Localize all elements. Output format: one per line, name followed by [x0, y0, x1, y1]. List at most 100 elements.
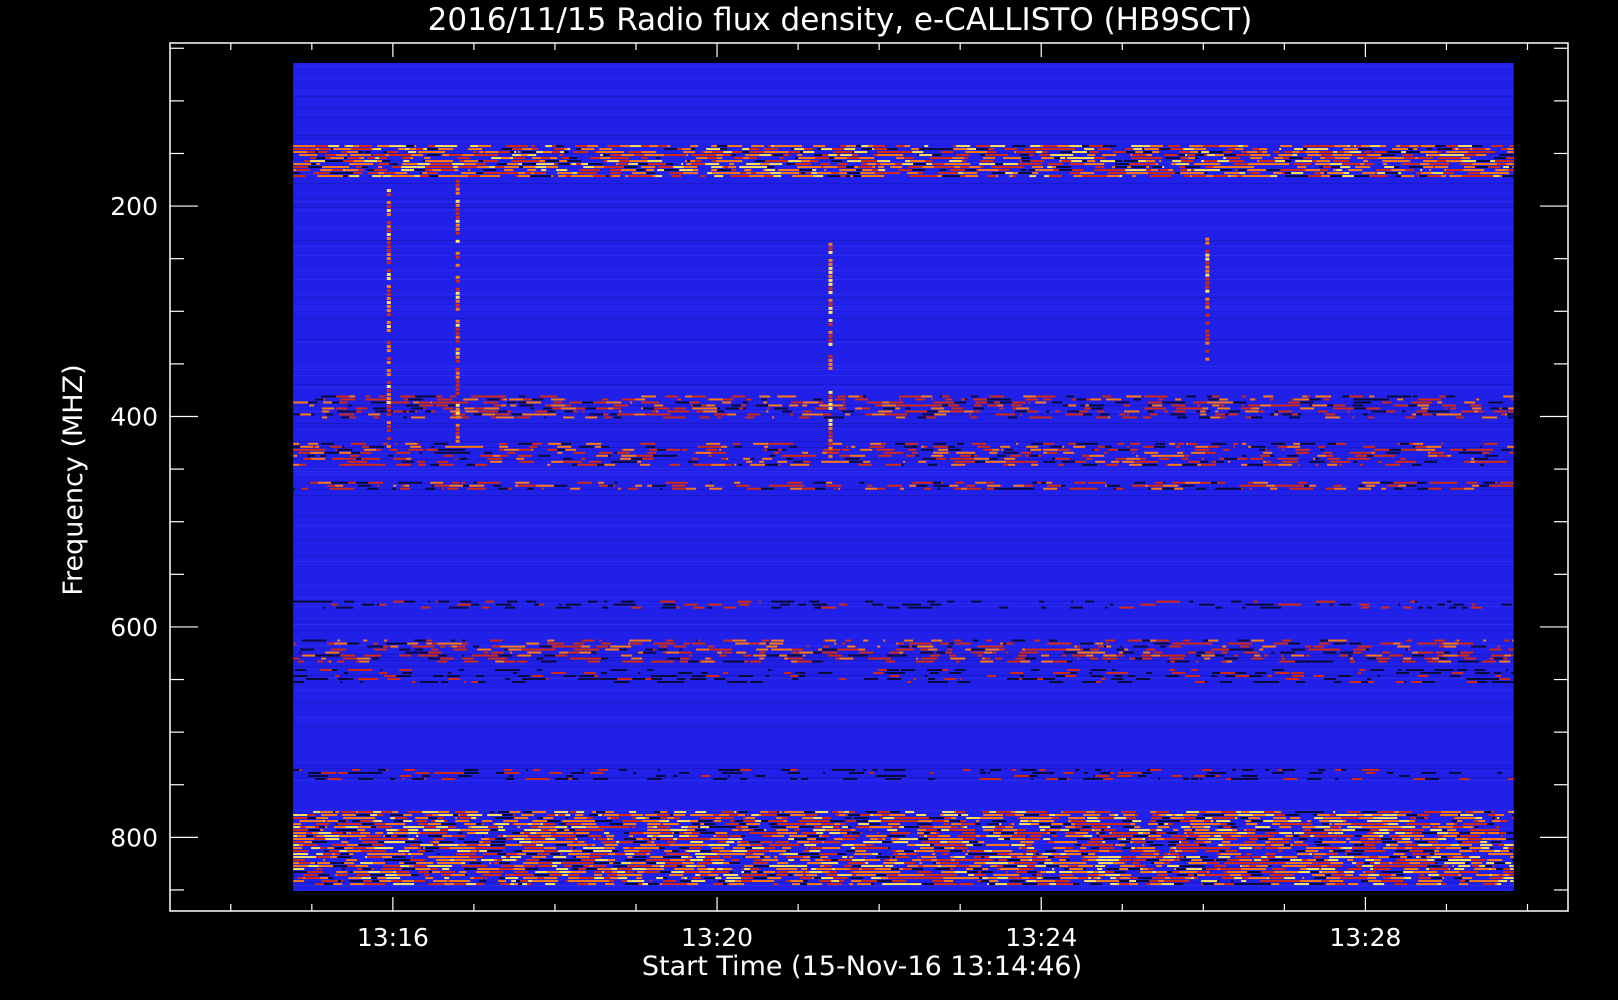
heatmap-band-cell	[907, 172, 919, 175]
heatmap-band-cell	[1439, 642, 1444, 645]
heatmap-band-cell	[1102, 395, 1112, 398]
heatmap-band-cell	[1215, 774, 1221, 777]
heatmap-band-cell	[521, 814, 535, 817]
heatmap-band-cell	[640, 442, 656, 445]
heatmap-band-cell	[1012, 157, 1022, 160]
heatmap-band-cell	[1147, 410, 1155, 413]
heatmap-band-cell	[328, 145, 340, 148]
heatmap-band-cell	[1053, 169, 1060, 172]
heatmap-band-cell	[1263, 451, 1273, 454]
heatmap-band-cell	[569, 401, 573, 404]
heatmap-band-cell	[782, 817, 789, 820]
heatmap-band-cell	[356, 410, 363, 413]
heatmap-band-cell	[345, 169, 359, 172]
heatmap-band-cell	[316, 835, 325, 838]
heatmap-band-cell	[905, 811, 915, 814]
heatmap-band-cell	[1030, 145, 1041, 148]
heatmap-band-cell	[1348, 169, 1357, 172]
heatmap-band-cell	[740, 768, 752, 771]
heatmap-band-cell	[364, 654, 367, 657]
heatmap-band-cell	[640, 844, 644, 847]
heatmap-band-cell	[510, 669, 521, 672]
heatmap-band-cell	[1364, 844, 1376, 847]
heatmap-band-cell	[367, 487, 379, 490]
heatmap-band-cell	[459, 448, 466, 451]
heatmap-band-cell	[414, 639, 427, 642]
heatmap-band-cell	[1184, 175, 1191, 178]
heatmap-band-cell	[901, 463, 905, 466]
heatmap-band-cell	[343, 160, 354, 163]
heatmap-band-cell	[385, 154, 390, 157]
heatmap-band-cell	[1336, 442, 1347, 445]
heatmap-band-cell	[492, 657, 508, 660]
heatmap-band-cell	[1353, 648, 1367, 651]
heatmap-band-cell	[354, 814, 357, 817]
heatmap-band-cell	[1397, 645, 1411, 648]
heatmap-band-cell	[1333, 838, 1337, 841]
heatmap-band-cell	[1211, 648, 1220, 651]
heatmap-band-cell	[1442, 829, 1445, 832]
heatmap-band-cell	[1367, 454, 1374, 457]
heatmap-band-cell	[1426, 672, 1442, 675]
heatmap-band-cell	[1052, 817, 1060, 820]
heatmap-band-cell	[477, 648, 492, 651]
heatmap-band-cell	[1482, 451, 1490, 454]
heatmap-band-cell	[523, 166, 536, 169]
heatmap-band-cell	[625, 175, 629, 178]
heatmap-band-cell	[566, 645, 582, 648]
heatmap-band-cell	[1330, 175, 1343, 178]
heatmap-band-cell	[1015, 410, 1028, 413]
heatmap-band-cell	[1181, 841, 1190, 844]
heatmap-band-cell	[1361, 841, 1371, 844]
heatmap-band-cell	[347, 642, 360, 645]
heatmap-band-cell	[1096, 163, 1105, 166]
heatmap-band-cell	[1199, 844, 1207, 847]
heatmap-band-cell	[1114, 817, 1127, 820]
heatmap-band-cell	[434, 771, 445, 774]
heatmap-band-cell	[1352, 404, 1364, 407]
heatmap-band-cell	[1126, 817, 1137, 820]
heatmap-band-cell	[748, 826, 759, 829]
heatmap-band-cell	[1400, 642, 1403, 645]
heatmap-band-cell	[749, 151, 765, 154]
heatmap-band-cell	[1499, 660, 1511, 663]
heatmap-band-cell	[927, 669, 936, 672]
heatmap-band-cell	[962, 826, 965, 829]
heatmap-band-cell	[559, 154, 564, 157]
heatmap-band-cell	[1463, 169, 1477, 172]
heatmap-band-cell	[504, 166, 520, 169]
heatmap-band-cell	[432, 642, 438, 645]
heatmap-band-cell	[877, 154, 882, 157]
heatmap-texture-line	[293, 690, 1514, 691]
heatmap-band-cell	[1083, 413, 1093, 416]
heatmap-band-cell	[1050, 832, 1057, 835]
heatmap-band-cell	[977, 445, 991, 448]
heatmap-band-cell	[1086, 820, 1101, 823]
heatmap-band-cell	[1322, 600, 1336, 603]
heatmap-band-cell	[863, 768, 867, 771]
heatmap-band-cell	[474, 413, 483, 416]
heatmap-band-cell	[738, 829, 743, 832]
heatmap-band-cell	[1280, 823, 1296, 826]
heatmap-band-cell	[706, 404, 716, 407]
heatmap-band-cell	[1168, 841, 1180, 844]
heatmap-band-cell	[634, 657, 643, 660]
heatmap-band-cell	[621, 454, 637, 457]
heatmap-band-cell	[1090, 398, 1102, 401]
heatmap-band-cell	[339, 835, 350, 838]
heatmap-band-cell	[1159, 398, 1164, 401]
heatmap-band-cell	[1143, 151, 1153, 154]
heatmap-band-cell	[745, 817, 756, 820]
heatmap-band-cell	[700, 844, 709, 847]
heatmap-band-cell	[504, 648, 509, 651]
heatmap-band-cell	[300, 413, 312, 416]
heatmap-band-cell	[449, 606, 455, 609]
heatmap-band-cell	[1443, 642, 1459, 645]
heatmap-band-cell	[1391, 169, 1396, 172]
heatmap-band-cell	[729, 768, 741, 771]
heatmap-band-cell	[518, 675, 530, 678]
heatmap-band-cell	[1453, 814, 1459, 817]
heatmap-band-cell	[1107, 172, 1120, 175]
heatmap-band-cell	[1350, 814, 1358, 817]
heatmap-band-cell	[1359, 603, 1371, 606]
